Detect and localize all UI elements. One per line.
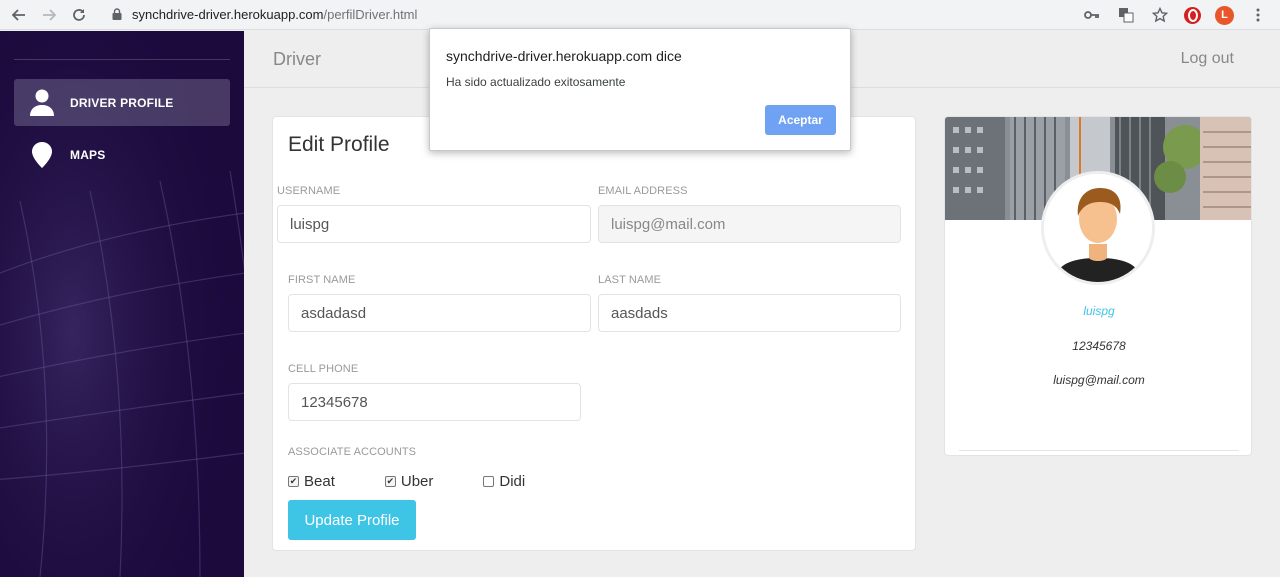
user-icon bbox=[28, 89, 56, 117]
address-bar[interactable]: synchdrive-driver.herokuapp.com/perfilDr… bbox=[104, 2, 1166, 26]
url-host: synchdrive-driver.herokuapp.com bbox=[132, 6, 324, 22]
sidebar-item-label: MAPS bbox=[70, 147, 106, 162]
lock-icon bbox=[112, 7, 124, 21]
first-name-label: FIRST NAME bbox=[288, 274, 356, 286]
profile-avatar bbox=[1041, 171, 1155, 285]
translate-icon[interactable] bbox=[1116, 5, 1136, 25]
key-icon[interactable] bbox=[1082, 5, 1102, 25]
username-input[interactable]: luispg bbox=[277, 205, 591, 243]
profile-divider bbox=[959, 450, 1239, 451]
associate-accounts-group: ✔ Beat ✔ Uber Didi bbox=[288, 473, 575, 490]
browser-profile-avatar[interactable]: L bbox=[1215, 5, 1234, 25]
card-title: Edit Profile bbox=[288, 133, 390, 156]
checkbox-uber[interactable]: ✔ Uber bbox=[384, 473, 434, 490]
cell-phone-input[interactable]: 12345678 bbox=[288, 383, 581, 421]
update-profile-button[interactable]: Update Profile bbox=[288, 500, 416, 540]
checkbox-checked-icon[interactable]: ✔ bbox=[384, 476, 396, 487]
profile-username[interactable]: luispg bbox=[945, 304, 1251, 318]
email-input[interactable]: luispg@mail.com bbox=[598, 205, 901, 243]
profile-email: luispg@mail.com bbox=[1053, 373, 1145, 387]
star-icon[interactable] bbox=[1150, 5, 1170, 25]
associate-accounts-label: ASSOCIATE ACCOUNTS bbox=[288, 446, 417, 458]
sidebar-divider bbox=[14, 59, 230, 60]
navbar-brand[interactable]: Driver bbox=[273, 49, 321, 70]
sidebar: DRIVER PROFILE MAPS bbox=[0, 31, 244, 577]
last-name-input[interactable]: aasdads bbox=[598, 294, 901, 332]
opera-extension-icon[interactable] bbox=[1184, 6, 1201, 24]
forward-arrow-icon[interactable] bbox=[38, 4, 60, 26]
checkbox-unchecked-icon[interactable] bbox=[483, 476, 495, 487]
browser-actions: L bbox=[1082, 0, 1280, 30]
checkbox-beat[interactable]: ✔ Beat bbox=[288, 473, 335, 490]
checkbox-checked-icon[interactable]: ✔ bbox=[288, 476, 299, 487]
email-label: EMAIL ADDRESS bbox=[598, 185, 688, 197]
profile-phone: 12345678 bbox=[1072, 339, 1126, 353]
dialog-title: synchdrive-driver.herokuapp.com dice bbox=[446, 48, 682, 64]
sidebar-item-driver-profile[interactable]: DRIVER PROFILE bbox=[14, 79, 230, 126]
map-pin-icon bbox=[28, 141, 56, 169]
sidebar-item-label: DRIVER PROFILE bbox=[70, 95, 174, 110]
logout-link[interactable]: Log out bbox=[1181, 50, 1234, 68]
checkbox-label: Beat bbox=[304, 473, 335, 490]
reload-icon[interactable] bbox=[68, 4, 90, 26]
cell-phone-label: CELL PHONE bbox=[288, 363, 359, 375]
checkbox-didi[interactable]: Didi bbox=[483, 473, 525, 490]
username-label: USERNAME bbox=[277, 185, 341, 197]
checkbox-label: Didi bbox=[499, 473, 526, 490]
back-arrow-icon[interactable] bbox=[8, 4, 30, 26]
dialog-message: Ha sido actualizado exitosamente bbox=[446, 75, 626, 89]
avatar-person-icon bbox=[1044, 174, 1152, 282]
edit-profile-card: Edit Profile USERNAME luispg EMAIL ADDRE… bbox=[272, 116, 916, 551]
accept-button[interactable]: Aceptar bbox=[765, 105, 836, 135]
url-path: /perfilDriver.html bbox=[323, 6, 418, 22]
browser-toolbar: synchdrive-driver.herokuapp.com/perfilDr… bbox=[0, 0, 1280, 30]
first-name-input[interactable]: asdadasd bbox=[288, 294, 591, 332]
user-profile-card: luispg 12345678 luispg@mail.com bbox=[944, 116, 1252, 456]
last-name-label: LAST NAME bbox=[598, 274, 662, 286]
more-menu-icon[interactable] bbox=[1248, 5, 1268, 25]
alert-dialog: synchdrive-driver.herokuapp.com dice Ha … bbox=[429, 28, 851, 151]
sidebar-item-maps[interactable]: MAPS bbox=[14, 131, 230, 178]
checkbox-label: Uber bbox=[400, 473, 434, 490]
